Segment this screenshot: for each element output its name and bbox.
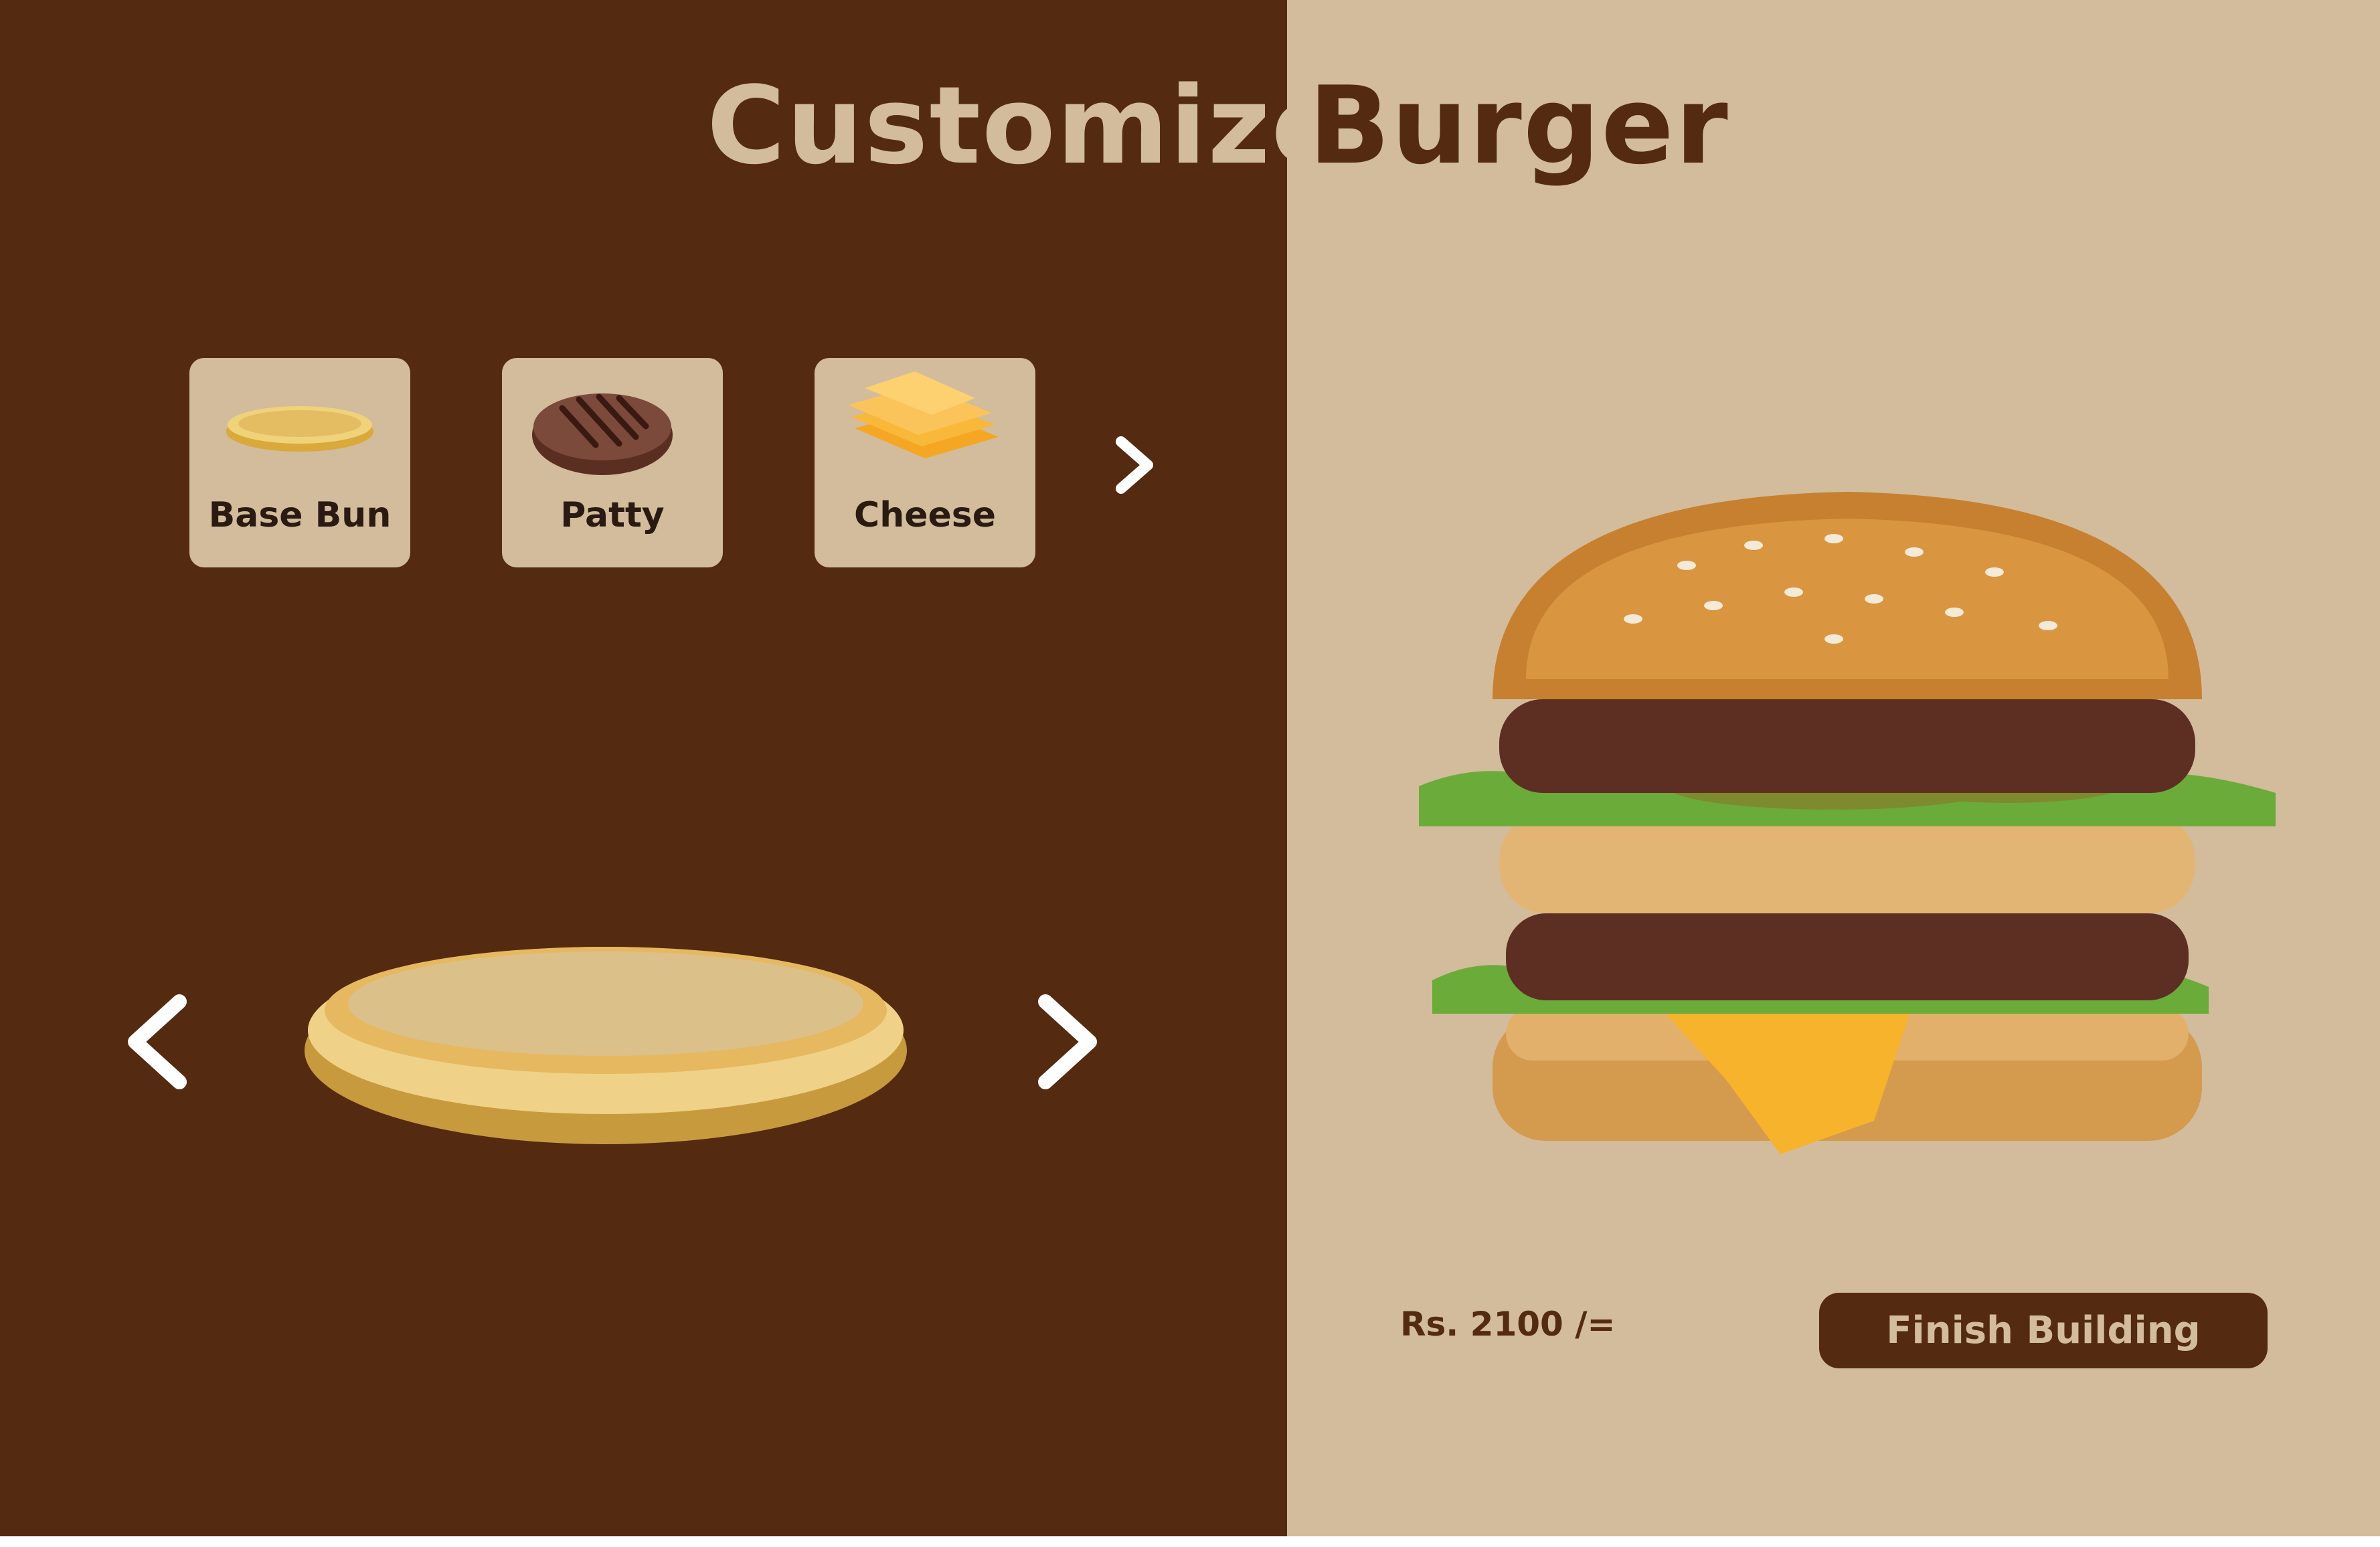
chevron-right-icon[interactable]: [1031, 994, 1104, 1091]
patty-icon: [532, 393, 673, 475]
bottom-strip: [0, 1536, 2380, 1547]
page-title-burger: Burger: [1308, 63, 1729, 188]
ingredient-label: Patty: [560, 495, 665, 535]
bun-icon: [226, 406, 373, 452]
builder-panel: [0, 0, 1287, 1547]
chevron-right-icon[interactable]: [1111, 435, 1158, 495]
ingredient-card-base-bun[interactable]: Base Bun: [189, 358, 410, 567]
cheese-icon: [848, 371, 999, 458]
page-title-customize: Customize: [707, 63, 1346, 188]
chevron-left-icon[interactable]: [120, 994, 194, 1091]
price-label: Rs. 2100 /=: [1400, 1305, 1616, 1344]
ingredient-card-cheese[interactable]: Cheese: [815, 358, 1035, 567]
ingredient-label: Base Bun: [208, 495, 392, 535]
burger-illustration: [1419, 492, 2276, 1154]
ingredient-label: Cheese: [854, 495, 996, 535]
finish-building-button[interactable]: Finish Building: [1819, 1293, 2268, 1368]
ingredient-card-patty[interactable]: Patty: [502, 358, 723, 567]
selected-ingredient-preview: [305, 947, 907, 1144]
